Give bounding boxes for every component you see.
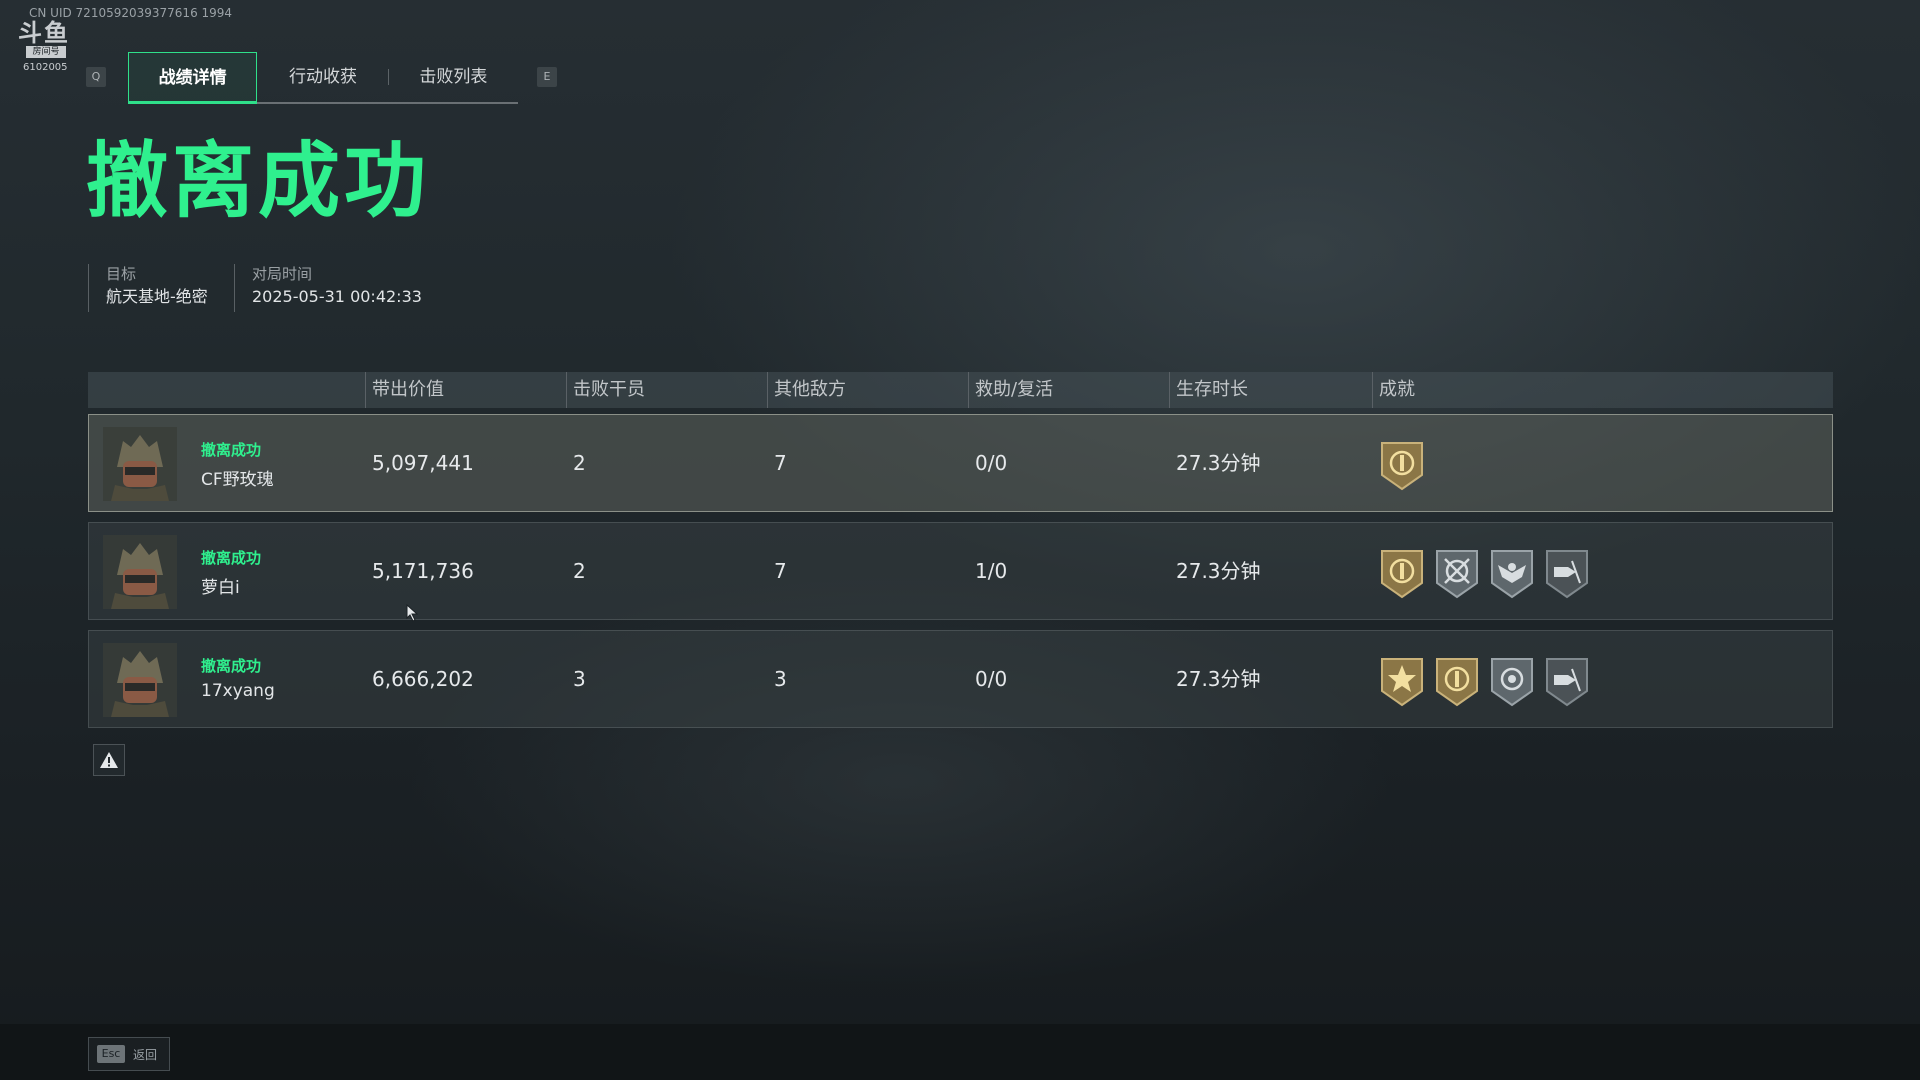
gold-crest-badge-icon[interactable]: [1379, 439, 1425, 491]
survival-time: 27.3分钟: [1176, 667, 1261, 691]
header-operators-defeated: 击败干员: [566, 372, 645, 408]
tab-kill-list[interactable]: 击败列表: [389, 52, 518, 102]
header-other-enemies: 其他敌方: [767, 372, 846, 408]
header-achievements: 成就: [1372, 372, 1415, 408]
survival-time: 27.3分钟: [1176, 451, 1261, 475]
next-tab-key-hint[interactable]: E: [537, 67, 557, 87]
bullet-badge-icon[interactable]: [1544, 655, 1590, 707]
back-label: 返回: [133, 1048, 158, 1062]
table-row[interactable]: 撤离成功 17xyang 6,666,202 3 3 0/0 27.3分钟: [88, 630, 1833, 728]
match-time-label: 对局时间: [252, 265, 313, 283]
tab-operation-gains[interactable]: 行动收获: [258, 52, 387, 102]
extraction-result-title: 撤离成功: [86, 134, 431, 229]
header-extracted-value: 带出价值: [365, 372, 444, 408]
survival-time: 27.3分钟: [1176, 559, 1261, 583]
target-badge-icon[interactable]: [1489, 655, 1535, 707]
back-button[interactable]: Esc 返回: [88, 1037, 170, 1071]
row-status: 撤离成功: [201, 549, 262, 567]
achievement-badges: [1379, 547, 1599, 599]
mouse-cursor-icon: [406, 604, 419, 622]
other-enemies: 7: [774, 559, 787, 583]
extracted-value: 6,666,202: [372, 667, 474, 691]
row-status: 撤离成功: [201, 441, 262, 459]
table-row[interactable]: 撤离成功 CF野玫瑰 5,097,441 2 7 0/0 27.3分钟: [88, 414, 1833, 512]
assist-revive: 0/0: [975, 667, 1008, 691]
target-info: 目标 航天基地-绝密: [88, 264, 208, 312]
crosshair-badge-icon[interactable]: [1434, 547, 1480, 599]
bullet-badge-icon[interactable]: [1544, 547, 1590, 599]
target-value: 航天基地-绝密: [106, 287, 208, 306]
eagle-badge-icon[interactable]: [1489, 547, 1535, 599]
extracted-value: 5,171,736: [372, 559, 474, 583]
player-name: CF野玫瑰: [201, 470, 274, 490]
assist-revive: 0/0: [975, 451, 1008, 475]
gold-crest-badge-icon[interactable]: [1379, 547, 1425, 599]
gold-star-badge-icon[interactable]: [1379, 655, 1425, 707]
operator-avatar: [103, 427, 177, 501]
header-assist-revive: 救助/复活: [968, 372, 1053, 408]
operator-avatar: [103, 643, 177, 717]
gold-crest-badge-icon[interactable]: [1434, 655, 1480, 707]
player-name: 萝白i: [201, 578, 240, 598]
stream-uid-overlay: CN UID 7210592039377616 1994: [29, 6, 233, 20]
player-name: 17xyang: [201, 681, 275, 701]
esc-key-hint: Esc: [97, 1045, 125, 1063]
achievement-badges: [1379, 439, 1434, 491]
prev-tab-key-hint[interactable]: Q: [86, 67, 106, 87]
other-enemies: 7: [774, 451, 787, 475]
squad-results-table: 带出价值 击败干员 其他敌方 救助/复活 生存时长 成就 撤离成功 CF野玫瑰 …: [88, 372, 1833, 728]
operators-defeated: 2: [573, 559, 586, 583]
warning-icon: [100, 752, 118, 768]
extracted-value: 5,097,441: [372, 451, 474, 475]
operator-avatar: [103, 535, 177, 609]
logo-mark: 斗鱼: [18, 19, 70, 47]
table-row[interactable]: 撤离成功 萝白i 5,171,736 2 7 1/0 27.3分钟: [88, 522, 1833, 620]
row-status: 撤离成功: [201, 657, 262, 675]
header-survival-time: 生存时长: [1169, 372, 1248, 408]
assist-revive: 1/0: [975, 559, 1008, 583]
other-enemies: 3: [774, 667, 787, 691]
stream-logo: 斗鱼 房间号 6102005: [16, 19, 76, 73]
report-button[interactable]: [93, 744, 125, 776]
operators-defeated: 2: [573, 451, 586, 475]
tab-battle-details[interactable]: 战绩详情: [127, 52, 258, 104]
room-number: 6102005: [23, 62, 68, 73]
tab-bar: 战绩详情 行动收获 击败列表: [127, 52, 518, 104]
operators-defeated: 3: [573, 667, 586, 691]
logo-tag: 房间号: [26, 46, 66, 58]
match-time-value: 2025-05-31 00:42:33: [252, 287, 422, 306]
match-time-info: 对局时间 2025-05-31 00:42:33: [234, 264, 422, 312]
bottom-bar: [0, 1024, 1920, 1080]
target-label: 目标: [106, 265, 137, 283]
achievement-badges: [1379, 655, 1599, 707]
table-header: 带出价值 击败干员 其他敌方 救助/复活 生存时长 成就: [88, 372, 1833, 408]
